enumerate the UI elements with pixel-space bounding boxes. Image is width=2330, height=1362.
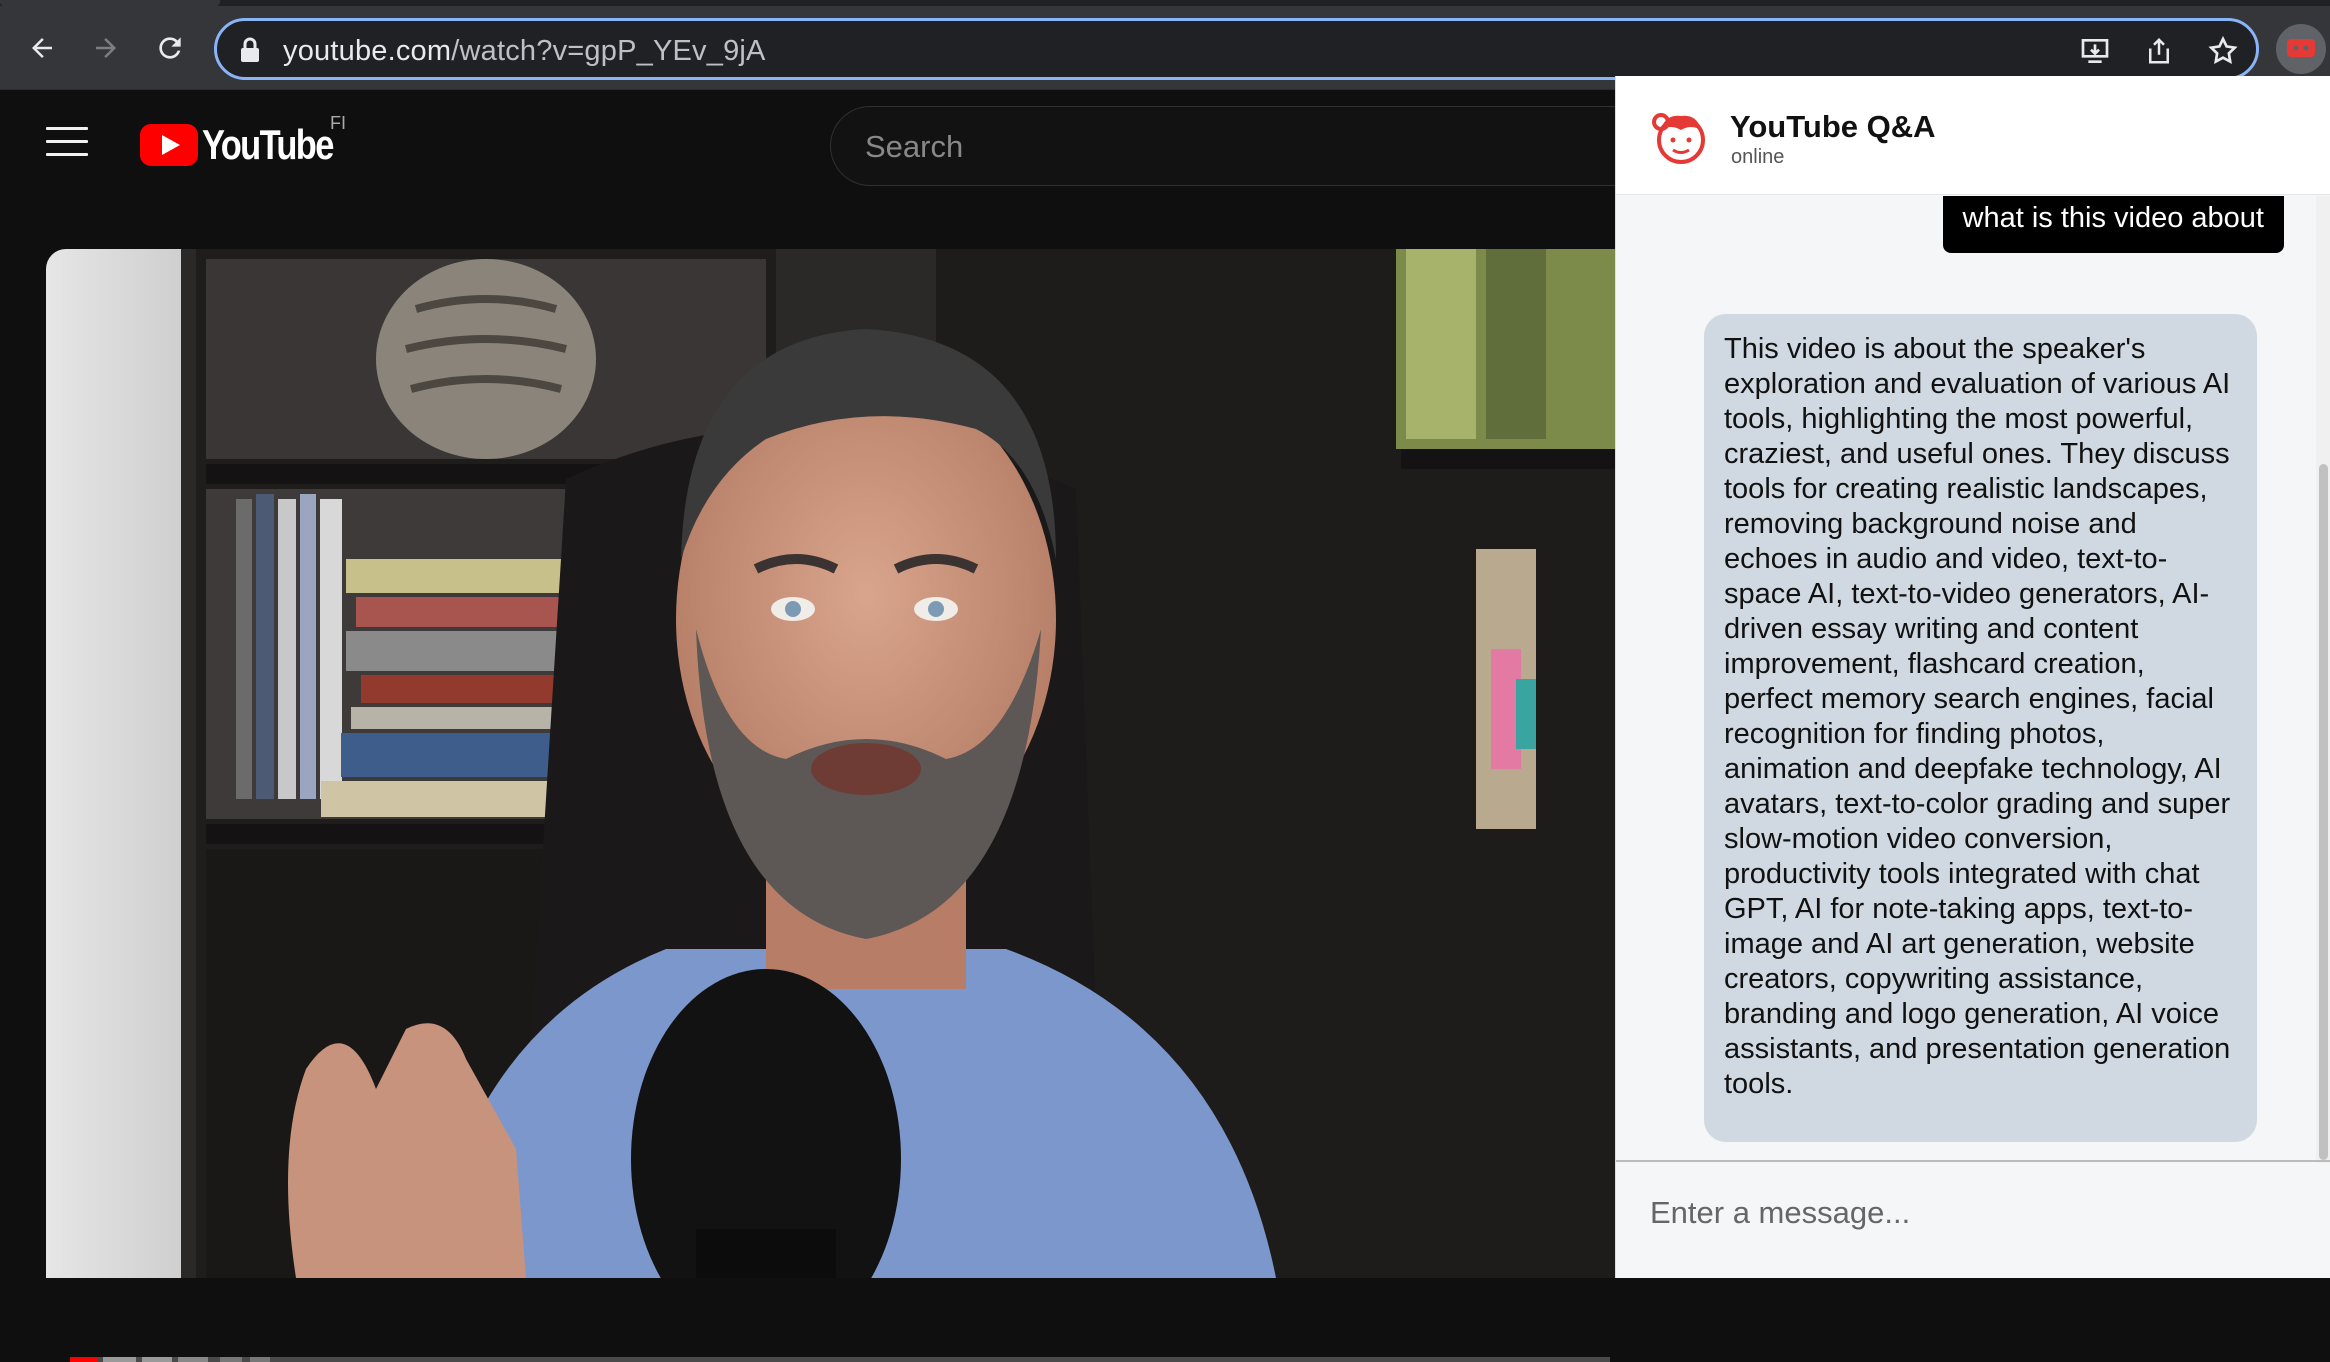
url-path: /watch?v=gpP_YEv_9jA bbox=[451, 35, 766, 67]
search-input[interactable]: Search bbox=[830, 106, 1730, 186]
youtube-play-icon bbox=[140, 124, 198, 166]
bookmark-button[interactable] bbox=[2205, 33, 2241, 69]
reload-icon bbox=[159, 37, 181, 59]
video-player[interactable] bbox=[46, 249, 1616, 1278]
chat-header: YouTube Q&A online bbox=[1616, 76, 2330, 195]
chat-status: online bbox=[1731, 146, 1785, 168]
search-placeholder: Search bbox=[865, 129, 964, 164]
country-code: FI bbox=[330, 113, 346, 133]
chat-title: YouTube Q&A bbox=[1730, 109, 1936, 144]
message-input[interactable] bbox=[1650, 1183, 2300, 1243]
menu-button[interactable] bbox=[46, 127, 88, 157]
chat-messages: what is this video about This video is a… bbox=[1616, 196, 2316, 1214]
back-button[interactable] bbox=[18, 24, 66, 72]
star-icon bbox=[2208, 35, 2238, 64]
menu-icon-line bbox=[46, 140, 88, 143]
user-message: what is this video about bbox=[1942, 196, 2284, 253]
url-text[interactable]: youtube.com/watch?v=gpP_YEv_9jA bbox=[283, 35, 766, 68]
share-button[interactable] bbox=[2141, 33, 2177, 69]
menu-icon-line bbox=[46, 153, 88, 156]
youtube-logo-text: YouTube bbox=[202, 121, 334, 168]
arrow-right-icon bbox=[96, 38, 116, 58]
download-icon bbox=[2081, 39, 2109, 63]
extension-chat-icon bbox=[2287, 39, 2315, 57]
share-icon bbox=[2149, 37, 2169, 64]
bot-avatar-icon bbox=[1652, 113, 1705, 164]
assistant-message: This video is about the speaker's explor… bbox=[1704, 314, 2257, 1142]
youtube-logo[interactable]: YouTube bbox=[140, 121, 361, 169]
chat-scrollbar-thumb[interactable] bbox=[2319, 464, 2328, 1160]
lock-icon[interactable] bbox=[239, 37, 261, 63]
chat-input-area bbox=[1616, 1163, 2330, 1278]
video-frame bbox=[46, 249, 1616, 1278]
address-bar[interactable]: youtube.com/watch?v=gpP_YEv_9jA bbox=[214, 18, 2259, 80]
chat-scrollbar[interactable] bbox=[2316, 196, 2330, 1214]
reload-button[interactable] bbox=[146, 24, 194, 72]
url-domain: youtube.com bbox=[283, 35, 452, 67]
forward-button[interactable] bbox=[82, 24, 130, 72]
install-app-button[interactable] bbox=[2077, 33, 2113, 69]
chat-divider bbox=[1616, 1160, 2330, 1162]
arrow-left-icon bbox=[32, 38, 52, 58]
menu-icon-line bbox=[46, 127, 88, 130]
chat-panel: YouTube Q&A online what is this video ab… bbox=[1615, 76, 2330, 1278]
extension-button[interactable] bbox=[2276, 24, 2326, 74]
video-progress-bar[interactable] bbox=[70, 1357, 1610, 1362]
